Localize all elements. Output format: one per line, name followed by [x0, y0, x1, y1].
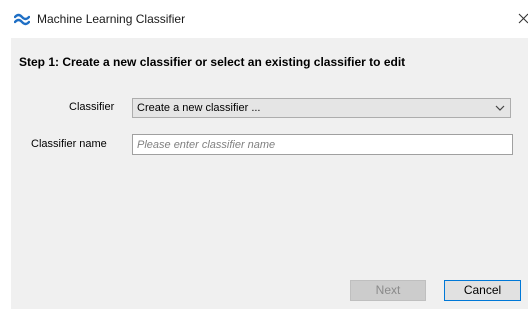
dialog-content: Step 1: Create a new classifier or selec…: [11, 38, 528, 309]
close-button[interactable]: [514, 4, 528, 32]
classifier-dialog: Machine Learning Classifier Step 1: Crea…: [0, 0, 528, 309]
window-title: Machine Learning Classifier: [37, 12, 186, 26]
wave-logo-icon: [14, 13, 30, 26]
classifier-label: Classifier: [69, 101, 115, 113]
classifier-name-input[interactable]: [132, 134, 513, 155]
classifier-selected-value: Create a new classifier ...: [137, 102, 261, 114]
close-icon: [518, 13, 528, 24]
title-bar: Machine Learning Classifier: [0, 0, 528, 38]
classifier-dropdown[interactable]: Create a new classifier ...: [132, 98, 511, 118]
step-title: Step 1: Create a new classifier or selec…: [19, 55, 406, 69]
cancel-button[interactable]: Cancel: [444, 280, 521, 301]
classifier-name-label: Classifier name: [31, 138, 107, 150]
next-button[interactable]: Next: [350, 280, 426, 301]
chevron-down-icon: [495, 105, 505, 111]
